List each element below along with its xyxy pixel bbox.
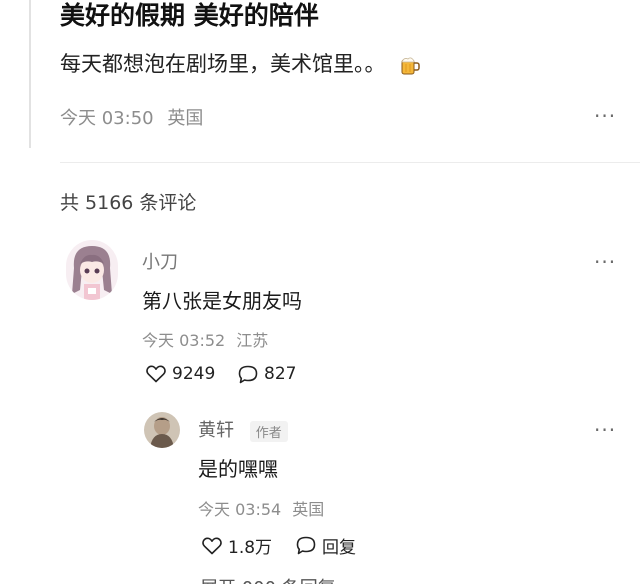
comment-bubble-icon [296, 536, 316, 555]
author-tag: 作者 [249, 420, 288, 442]
reply-more-icon[interactable]: ··· [594, 420, 616, 440]
post-date: 今天 03:50 [60, 108, 154, 129]
post-text-content: 每天都想泡在剧场里，美术馆里。。 [60, 52, 386, 76]
heart-icon [202, 537, 222, 555]
comment-text: 第八张是女朋友吗 [142, 289, 302, 313]
reply-text: 是的嘿嘿 [198, 457, 278, 481]
reply-count-button[interactable]: 827 [238, 364, 296, 384]
heart-icon [146, 365, 166, 383]
like-button[interactable]: 9249 [146, 364, 215, 384]
comment-bubble-icon [238, 365, 258, 384]
post-meta: 今天 03:50 英国 [60, 104, 203, 130]
post-text: 每天都想泡在剧场里，美术馆里。。 [60, 48, 422, 78]
post-more-icon[interactable]: ··· [594, 106, 616, 126]
comment-more-icon[interactable]: ··· [594, 252, 616, 272]
comment-user-name[interactable]: 小刀 [142, 248, 178, 274]
post-detail-page: 美好的假期 美好的陪伴 每天都想泡在剧场里，美术馆里。。 今天 03:50 英国… [0, 0, 640, 584]
comment-location: 江苏 [236, 331, 269, 350]
divider [60, 162, 640, 163]
reply-button[interactable]: 回复 [296, 533, 356, 558]
avatar[interactable] [66, 240, 118, 300]
beer-mug-icon [398, 53, 422, 77]
reply-meta: 今天 03:54 英国 [198, 496, 324, 520]
avatar[interactable] [144, 412, 180, 448]
reply-like-count: 1.8万 [228, 538, 273, 558]
reply-label: 回复 [322, 538, 356, 558]
comment-count: 共 5166 条评论 [60, 192, 197, 214]
like-count: 9249 [172, 364, 216, 384]
comment-meta: 今天 03:52 江苏 [142, 327, 268, 351]
reply-location: 英国 [292, 500, 325, 519]
reply-count: 827 [264, 364, 297, 384]
comment-date: 今天 03:52 [142, 331, 226, 350]
reply-date: 今天 03:54 [198, 500, 282, 519]
post-location: 英国 [167, 108, 204, 129]
left-rule [29, 0, 31, 148]
post-title: 美好的假期 美好的陪伴 [60, 1, 319, 30]
reply-user: 黄轩 作者 [198, 416, 288, 442]
reply-like-button[interactable]: 1.8万 [202, 533, 272, 558]
reply-user-name[interactable]: 黄轩 [198, 420, 234, 441]
expand-replies-link[interactable]: 展开 000 条回复 [200, 574, 336, 584]
